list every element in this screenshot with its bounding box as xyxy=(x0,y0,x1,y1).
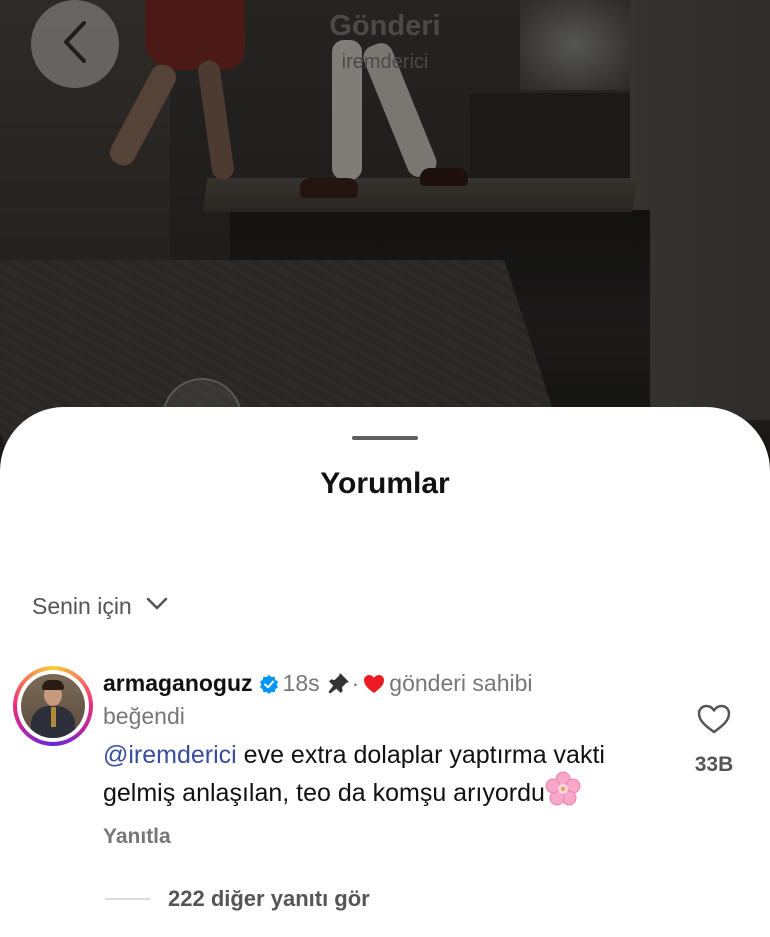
owner-liked-label-cont: beğendi xyxy=(103,703,185,729)
comment-text: @iremderici eve extra dolaplar yaptırma … xyxy=(103,739,643,815)
sheet-grabber[interactable] xyxy=(352,436,418,440)
view-more-replies-label: 222 diğer yanıtı gör xyxy=(168,886,370,911)
comment-sort-label: Senin için xyxy=(32,593,132,619)
view-more-replies-button[interactable]: 222 diğer yanıtı gör xyxy=(105,886,370,912)
commenter-username[interactable]: armaganoguz xyxy=(103,670,253,696)
comment-time: 18s xyxy=(282,670,320,696)
chevron-down-icon xyxy=(146,597,168,616)
comment-like-area: 33B xyxy=(688,704,740,777)
reply-button[interactable]: Yanıtla xyxy=(103,825,663,849)
owner-liked-label: gönderi sahibi xyxy=(389,670,533,696)
comment-sort-dropdown[interactable]: Senin için xyxy=(32,593,168,620)
meta-separator: · xyxy=(351,670,360,696)
comment-meta: armaganoguz 18s · gönderi sahibi beğendi xyxy=(103,668,663,731)
cherry-blossom-emoji xyxy=(545,771,581,815)
heart-outline-icon[interactable] xyxy=(697,704,731,738)
verified-badge-icon xyxy=(259,671,279,701)
commenter-avatar[interactable] xyxy=(13,666,93,746)
page-title: Gönderi xyxy=(329,10,441,42)
mention-link[interactable]: @iremderici xyxy=(103,741,237,769)
pin-icon xyxy=(326,671,350,701)
heart-filled-icon xyxy=(363,671,385,701)
replies-divider xyxy=(105,898,150,900)
like-count: 33B xyxy=(694,753,734,776)
comment-item: armaganoguz 18s · gönderi sahibi beğendi @i… xyxy=(103,668,663,849)
comments-sheet: Yorumlar Senin için armaganoguz 18s · gönde… xyxy=(0,407,770,937)
sheet-title: Yorumlar xyxy=(320,467,450,500)
post-author-username[interactable]: iremderici xyxy=(0,51,770,74)
